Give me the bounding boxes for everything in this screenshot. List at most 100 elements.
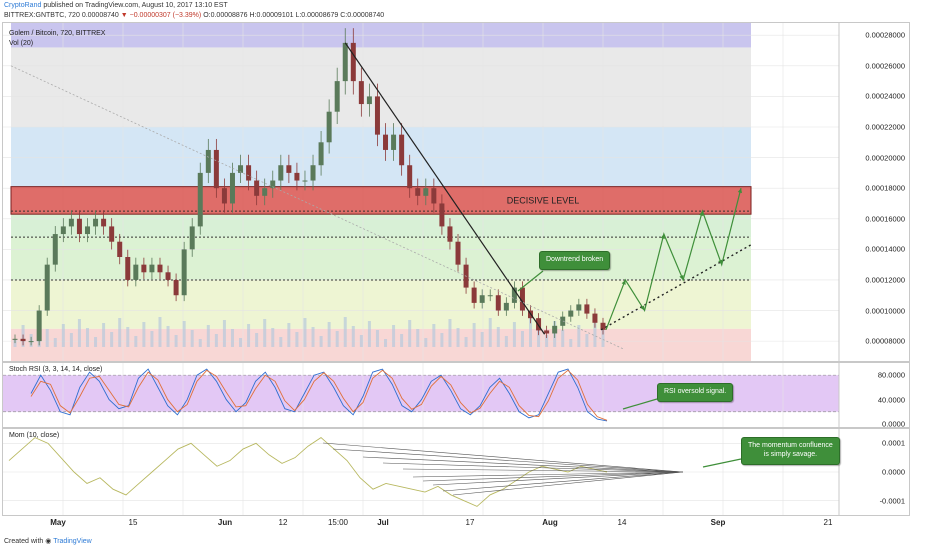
candle-body [20, 338, 26, 342]
candle-body [326, 111, 332, 143]
price-tick-label: 0.00018000 [865, 183, 905, 193]
volume-bar [359, 335, 363, 347]
time-tick-label: 15 [128, 518, 138, 527]
zone-band [11, 127, 751, 187]
candle-body [246, 165, 252, 181]
volume-bar [255, 333, 259, 347]
candle-body [76, 218, 82, 235]
candle-body [310, 165, 316, 181]
volume-bar [520, 331, 524, 347]
volume-bar [585, 334, 589, 347]
candle-body [576, 304, 582, 311]
candle-body [383, 134, 389, 150]
volume-bar [512, 322, 516, 347]
candle-body [302, 180, 308, 182]
mom-tick-label: 0.0001 [882, 438, 905, 448]
candle-body [28, 341, 34, 343]
time-tick-label: Aug [542, 518, 558, 527]
footer-created: Created with [4, 538, 44, 545]
volume-bar [61, 324, 65, 347]
price-tick-label: 0.00014000 [865, 244, 905, 254]
volume-bar [504, 336, 508, 347]
volume-bar [424, 338, 428, 347]
volume-bar [214, 334, 218, 347]
candle-body [487, 295, 493, 297]
candle-body [141, 264, 147, 273]
footer-brand[interactable]: TradingView [53, 538, 92, 545]
volume-bar [327, 322, 331, 347]
volume-bar [150, 331, 154, 347]
ohlc-values: O:0.00008876 H:0.00009101 L:0.00008679 C… [203, 12, 385, 19]
volume-bar [287, 323, 291, 347]
time-tick-label: 14 [617, 518, 627, 527]
volume-bar [496, 327, 500, 347]
candle-body [254, 180, 260, 196]
candle-body [423, 188, 429, 196]
candle-body [84, 226, 90, 235]
volume-bar [343, 317, 347, 347]
candle-body [173, 279, 179, 296]
footer: Created with ◉ TradingView [4, 537, 92, 545]
volume-bar [247, 324, 251, 347]
volume-bar [118, 318, 122, 347]
last-price: 0.00008740 [81, 12, 119, 19]
candle-body [568, 310, 574, 317]
candle-body [415, 188, 421, 196]
price-tick-label: 0.00028000 [865, 30, 905, 40]
volume-bar [472, 323, 476, 347]
price-pane[interactable]: DECISIVE LEVEL Golem / Bitcoin, 720, BIT… [2, 22, 910, 362]
price-axis[interactable]: 0.00028000 0.00026000 0.00024000 0.00022000… [839, 23, 909, 361]
volume-bar [448, 319, 452, 347]
volume-bar [190, 330, 194, 347]
momentum-callout-pointer [702, 458, 742, 468]
candle-body [117, 241, 123, 257]
symbol-header: BITTREX:GNTBTC, 720 0.00008740 ▼ −0.0000… [4, 12, 384, 19]
volume-bar [375, 330, 379, 347]
candle-body [471, 287, 477, 303]
momentum-fan-line [332, 448, 684, 473]
candle-body [584, 304, 590, 314]
volume-bar [94, 337, 98, 347]
candle-body [52, 234, 58, 265]
volume-bar [400, 334, 404, 347]
tradingview-logo-icon: ◉ [45, 538, 52, 545]
candle-body [447, 226, 453, 242]
momentum-fan-line [442, 471, 684, 492]
price-tick-label: 0.00024000 [865, 91, 905, 101]
symbol-line: BITTREX:GNTBTC, 720 [4, 12, 80, 19]
volume-bar [569, 339, 573, 347]
zone-band [11, 279, 751, 329]
volume-label: Vol (20) [9, 40, 34, 47]
candle-body [407, 165, 413, 189]
price-change: ▼ −0.00000307 (−3.39%) [120, 12, 202, 19]
candle-body [36, 310, 42, 342]
volume-bar [367, 321, 371, 347]
zone-band [11, 214, 751, 238]
candle-body [205, 149, 211, 173]
stoch-rsi-pane[interactable]: Stoch RSI (3, 3, 14, 14, close) 80.0000 4… [2, 362, 910, 428]
volume-bar [561, 330, 565, 347]
author-link[interactable]: CryptoRand [4, 2, 41, 9]
stoch-rsi-axis[interactable]: 80.0000 40.0000 0.0000 [839, 363, 909, 427]
time-tick-label: 15:00 [327, 518, 349, 527]
zone-band [11, 328, 751, 361]
candle-body [133, 264, 139, 280]
candle-body [101, 218, 107, 227]
volume-bar [440, 333, 444, 347]
candle-body [197, 172, 203, 227]
volume-bar [142, 322, 146, 347]
candle-body [93, 218, 99, 227]
decisive-level-label: DECISIVE LEVEL [507, 195, 580, 205]
volume-bar [134, 336, 138, 347]
candle-body [262, 188, 268, 196]
momentum-pane[interactable]: Mom (10, close) 0.0001 0.0000 -0.0001 The … [2, 428, 910, 516]
candle-body [181, 249, 187, 296]
candle-body [149, 264, 155, 273]
zone-band [11, 47, 751, 127]
momentum-callout: The momentum confluence is simply savage… [741, 437, 840, 465]
volume-bar [182, 321, 186, 347]
volume-bar [85, 328, 89, 347]
candle-body [600, 322, 606, 330]
momentum-axis[interactable]: 0.0001 0.0000 -0.0001 [839, 429, 909, 515]
volume-bar [303, 318, 307, 347]
